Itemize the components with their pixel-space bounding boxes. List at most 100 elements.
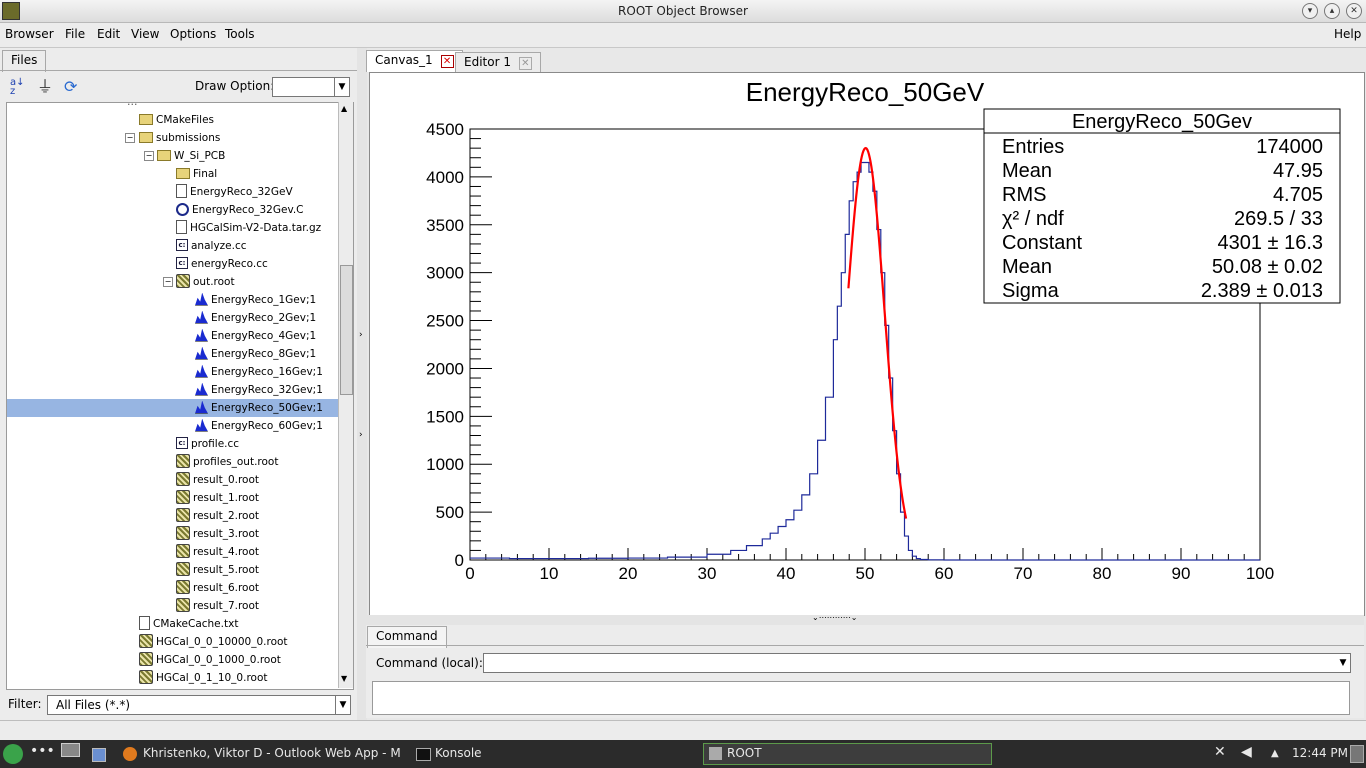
tab-files[interactable]: Files: [2, 50, 47, 72]
tree-node[interactable]: EnergyReco_1Gev;1: [195, 291, 316, 309]
tree-node[interactable]: HGCalSim-V2-Data.tar.gz: [176, 219, 321, 237]
taskbar-outlook[interactable]: Khristenko, Viktor D - Outlook Web App -…: [143, 746, 401, 760]
y-tick-label: 500: [436, 503, 464, 522]
tree-node[interactable]: c: analyze.cc: [176, 237, 247, 255]
tree-node[interactable]: profiles_out.root: [176, 453, 278, 471]
status-bar: [0, 720, 1366, 741]
menu-options[interactable]: Options: [170, 27, 216, 41]
chevron-down-icon[interactable]: ▼: [335, 696, 350, 714]
refresh-icon[interactable]: ⟳: [64, 78, 82, 96]
close-icon[interactable]: ✕: [1346, 3, 1362, 19]
collapse-icon[interactable]: −: [163, 277, 173, 287]
calendar-icon[interactable]: [92, 748, 106, 762]
tree-node[interactable]: HGCal_0_0_10000_0.root: [139, 633, 288, 651]
show-desktop-icon[interactable]: [61, 743, 80, 757]
tree-node[interactable]: EnergyReco_32GeV: [176, 183, 293, 201]
volume-icon[interactable]: ◀: [1241, 744, 1252, 760]
tree-node[interactable]: submissions: [139, 129, 220, 147]
tree-node[interactable]: CMakeFiles: [139, 111, 214, 129]
minimize-icon[interactable]: ▾: [1302, 3, 1318, 19]
folder-icon: [157, 149, 171, 161]
x-tick-label: 50: [856, 564, 875, 583]
tree-node[interactable]: result_4.root: [176, 543, 259, 561]
x-tick-label: 0: [465, 564, 474, 583]
taskbar-root-active[interactable]: ROOT: [703, 743, 992, 765]
tree-node-label: EnergyReco_32Gev;1: [211, 384, 323, 396]
tree-node[interactable]: EnergyReco_32Gev;1: [195, 381, 323, 399]
tree-scrollbar[interactable]: ▲ ▼: [338, 102, 353, 688]
scroll-up-icon[interactable]: ▲: [341, 104, 347, 113]
tree-node[interactable]: HGCal_0_1_10_0.root: [139, 669, 268, 687]
tree-node[interactable]: Final: [176, 165, 217, 183]
stats-row-value: 4.705: [1273, 184, 1323, 206]
tree-node[interactable]: result_7.root: [176, 597, 259, 615]
tree-node[interactable]: EnergyReco_50Gev;1: [7, 399, 353, 417]
tree-node[interactable]: EnergyReco_60Gev;1: [195, 417, 323, 435]
tree-node-label: EnergyReco_16Gev;1: [211, 366, 323, 378]
filter-icon[interactable]: ⏚: [37, 78, 55, 96]
tree-node[interactable]: result_5.root: [176, 561, 259, 579]
file-tree[interactable]: CMakeFiles submissions W_Si_PCB Final Energy…: [6, 102, 354, 690]
menu-file[interactable]: File: [65, 27, 85, 41]
clock: 12:44 PM: [1292, 746, 1348, 760]
tab-canvas[interactable]: Canvas_1 ✕: [366, 50, 463, 72]
taskbar-konsole[interactable]: Konsole: [435, 746, 482, 760]
stats-title: EnergyReco_50Gev: [1072, 111, 1252, 133]
dots-icon[interactable]: •••: [30, 743, 55, 759]
collapse-icon[interactable]: −: [144, 151, 154, 161]
tree-node[interactable]: EnergyReco_32Gev.C: [176, 201, 304, 219]
tree-node[interactable]: EnergyReco_16Gev;1: [195, 363, 323, 381]
tree-node[interactable]: c: profile.cc: [176, 435, 239, 453]
draw-option-select[interactable]: ▼: [272, 77, 350, 97]
desktop-icon[interactable]: [1350, 745, 1364, 763]
tree-node[interactable]: W_Si_PCB: [157, 147, 225, 165]
tree-node[interactable]: EnergyReco_2Gev;1: [195, 309, 316, 327]
horizontal-splitter[interactable]: ⌄⋯⋯⋯⋯⌄: [366, 613, 1364, 625]
tree-node[interactable]: result_0.root: [176, 471, 259, 489]
tree-node[interactable]: c: energyReco.cc: [176, 255, 268, 273]
command-input[interactable]: ▼: [483, 653, 1351, 673]
tree-node[interactable]: CMakeCache.txt: [139, 615, 238, 633]
network-icon[interactable]: ✕: [1214, 744, 1226, 760]
stats-row-value: 4301 ± 16.3: [1217, 232, 1323, 254]
cc-icon: c:: [176, 257, 188, 269]
filter-select[interactable]: All Files (*.*) ▼: [47, 695, 351, 715]
tree-node-label: EnergyReco_32Gev.C: [192, 204, 304, 216]
tab-editor[interactable]: Editor 1 ✕: [455, 52, 541, 72]
stats-row-label: Sigma: [1002, 280, 1060, 302]
tree-node[interactable]: EnergyReco_4Gev;1: [195, 327, 316, 345]
folder-icon: [139, 113, 153, 125]
tree-node[interactable]: result_3.root: [176, 525, 259, 543]
start-menu-icon[interactable]: [3, 744, 23, 764]
scroll-down-icon[interactable]: ▼: [341, 674, 347, 683]
chevron-down-icon[interactable]: ▼: [334, 78, 349, 96]
collapse-icon[interactable]: −: [125, 133, 135, 143]
menu-browser[interactable]: Browser: [5, 27, 54, 41]
menu-edit[interactable]: Edit: [97, 27, 120, 41]
tree-node[interactable]: HGCal_0_0_1000_0.root: [139, 651, 281, 669]
command-label: Command (local):: [376, 656, 483, 670]
menu-help[interactable]: Help: [1334, 27, 1361, 41]
root-canvas[interactable]: EnergyReco_50GeV 0 10 20 30 40 50 60 70 80 90 100 …: [369, 72, 1365, 616]
sort-icon[interactable]: a↓ z: [10, 78, 28, 97]
tree-node-label: W_Si_PCB: [174, 150, 226, 162]
close-tab-icon[interactable]: ✕: [440, 55, 454, 68]
tree-node[interactable]: result_6.root: [176, 579, 259, 597]
maximize-icon[interactable]: ▴: [1324, 3, 1340, 19]
menu-view[interactable]: View: [131, 27, 159, 41]
menu-tools[interactable]: Tools: [225, 27, 255, 41]
stats-row-value: 47.95: [1273, 160, 1323, 182]
tray-arrow-icon[interactable]: ▲: [1271, 748, 1279, 759]
scrollbar-thumb[interactable]: [340, 265, 353, 395]
close-tab-icon[interactable]: ✕: [518, 57, 532, 70]
tree-node[interactable]: result_1.root: [176, 489, 259, 507]
command-output[interactable]: [372, 681, 1350, 715]
x-tick-label: 80: [1093, 564, 1112, 583]
folder-icon: [139, 131, 153, 143]
chevron-down-icon[interactable]: ▼: [1336, 654, 1350, 672]
histo-icon: [195, 310, 208, 324]
histogram-chart[interactable]: EnergyReco_50GeV 0 10 20 30 40 50 60 70 80 90 100 …: [370, 73, 1364, 615]
tree-node[interactable]: result_2.root: [176, 507, 259, 525]
tree-node[interactable]: EnergyReco_8Gev;1: [195, 345, 316, 363]
tree-node[interactable]: out.root: [176, 273, 235, 291]
